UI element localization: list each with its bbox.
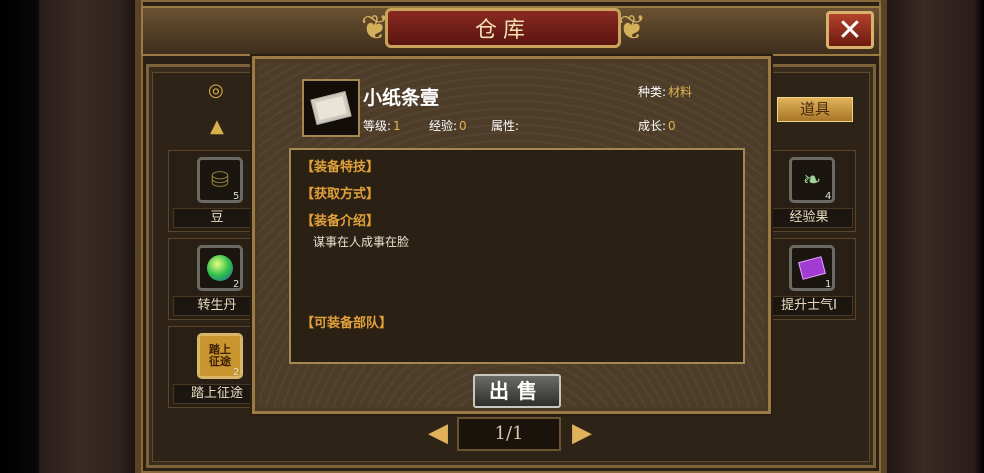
category-field: 种类: 材料: [638, 83, 692, 100]
intro-text: 谋事在人成事在脸: [313, 235, 410, 249]
exp-field: 经验: 0: [429, 117, 467, 134]
item-label: 踏上征途: [173, 384, 261, 404]
close-button[interactable]: ✕: [826, 11, 874, 49]
item-paper-icon: [302, 79, 360, 137]
item-name: 小纸条壹: [363, 87, 440, 109]
right-background: [884, 0, 984, 473]
sell-button[interactable]: 出售: [473, 374, 561, 408]
item-label: 转生丹: [173, 296, 261, 316]
section-obtain: 【获取方式】: [301, 187, 380, 202]
cloud-ornament-icon: ❦: [617, 8, 647, 48]
prev-page-arrow-icon[interactable]: ◀: [428, 418, 448, 448]
exp-label: 经验:: [429, 119, 458, 133]
section-skill: 【装备特技】: [301, 160, 380, 175]
level-field: 等级: 1: [363, 117, 401, 134]
item-count: 1: [825, 279, 832, 290]
growth-field: 成长: 0: [638, 117, 676, 134]
inventory-slot-bean[interactable]: ⛁ 5 豆: [168, 150, 264, 232]
window-title: 仓库: [474, 18, 531, 43]
category-label: 种类:: [638, 85, 667, 99]
item-detail-popup: 小纸条壹 种类: 材料 等级: 1 经验: 0 属性: 成长: 0 【装备特技】 【获取…: [252, 56, 771, 414]
item-count: 4: [825, 191, 832, 202]
attr-field: 属性:: [491, 117, 519, 134]
inventory-slot-journey[interactable]: 踏上 征途 2 踏上征途: [168, 326, 264, 408]
inventory-slot-rebirth[interactable]: 2 转生丹: [168, 238, 264, 320]
title-plate: 仓库: [385, 8, 621, 48]
level-label: 等级:: [363, 119, 392, 133]
item-label: 提升士气Ⅰ: [765, 296, 853, 316]
item-label: 经验果: [765, 208, 853, 228]
next-page-arrow-icon[interactable]: ▶: [572, 418, 592, 448]
level-value: 1: [393, 119, 401, 133]
popup-background: 小纸条壹 种类: 材料 等级: 1 经验: 0 属性: 成长: 0 【装备特技】 【获取…: [259, 63, 764, 408]
category-value: 材料: [668, 85, 693, 99]
left-background: [0, 0, 135, 473]
item-count: 2: [233, 367, 240, 378]
growth-label: 成长:: [638, 119, 667, 133]
item-count: 5: [233, 191, 240, 202]
growth-value: 0: [668, 119, 676, 133]
section-troops: 【可装备部队】: [301, 316, 393, 331]
journey-icon-text: 踏上 征途: [209, 343, 231, 368]
close-icon: ✕: [837, 12, 863, 48]
inventory-slot-morale[interactable]: 1 提升士气Ⅰ: [760, 238, 856, 320]
inventory-slot-exp-fruit[interactable]: ❧ 4 经验果: [760, 150, 856, 232]
tab-props[interactable]: 道具: [777, 97, 853, 122]
attr-label: 属性:: [491, 119, 520, 133]
description-box: 【装备特技】 【获取方式】 【装备介绍】 谋事在人成事在脸 【可装备部队】: [289, 148, 745, 364]
paper-note-icon: [310, 91, 352, 125]
item-label: 豆: [173, 208, 261, 228]
item-count: 2: [233, 279, 240, 290]
copper-coin-icon: ◎: [208, 80, 224, 101]
gold-ingot-icon: ▲: [210, 116, 224, 137]
exp-value: 0: [459, 119, 467, 133]
page-indicator: 1/1: [457, 417, 561, 451]
section-intro: 【装备介绍】: [301, 214, 380, 229]
